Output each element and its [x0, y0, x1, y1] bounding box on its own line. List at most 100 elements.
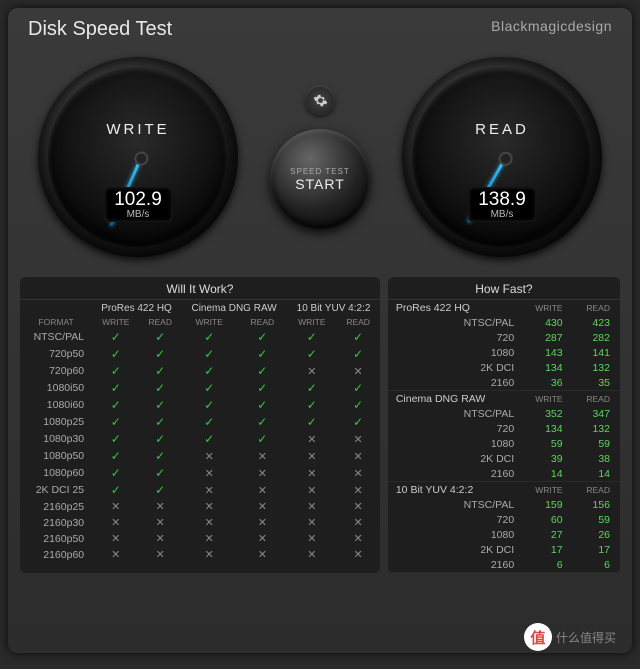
check-icon: ✓: [139, 414, 181, 431]
check-icon: ✓: [181, 414, 238, 431]
check-icon: ✓: [181, 363, 238, 380]
format-label: 2K DCI: [388, 451, 520, 466]
sub-header: WRITE: [520, 300, 572, 315]
write-fps: 430: [520, 315, 572, 330]
cross-icon: ✕: [336, 431, 379, 448]
write-fps: 159: [520, 497, 572, 512]
check-icon: ✓: [181, 329, 238, 346]
table-row: 216066: [388, 557, 620, 573]
table-row: NTSC/PAL352347: [388, 406, 620, 421]
codec-header: ProRes 422 HQ: [92, 300, 181, 316]
check-icon: ✓: [92, 414, 139, 431]
app-window: Disk Speed Test Blackmagicdesign WRITE 1…: [8, 8, 632, 653]
how-fast-table: ProRes 422 HQWRITEREADNTSC/PAL4304237202…: [388, 300, 620, 573]
write-fps: 17: [520, 542, 572, 557]
read-fps: 132: [573, 421, 620, 436]
read-fps: 35: [573, 375, 620, 391]
cross-icon: ✕: [287, 547, 336, 563]
read-gauge-label: READ: [412, 121, 592, 138]
cross-icon: ✕: [181, 482, 238, 499]
format-label: 2160p25: [20, 499, 92, 515]
sub-header: WRITE: [520, 482, 572, 498]
check-icon: ✓: [237, 431, 287, 448]
cross-icon: ✕: [287, 431, 336, 448]
cross-icon: ✕: [287, 515, 336, 531]
cross-icon: ✕: [287, 499, 336, 515]
sub-header: READ: [573, 300, 620, 315]
table-row: 7206059: [388, 512, 620, 527]
check-icon: ✓: [287, 380, 336, 397]
format-label: 1080p25: [20, 414, 92, 431]
write-gauge-label: WRITE: [48, 121, 228, 138]
cross-icon: ✕: [181, 465, 238, 482]
check-icon: ✓: [92, 448, 139, 465]
check-icon: ✓: [139, 482, 181, 499]
format-label: 720: [388, 330, 520, 345]
sub-header: READ: [237, 316, 287, 329]
sub-header: WRITE: [181, 316, 238, 329]
cross-icon: ✕: [336, 363, 379, 380]
watermark-text: 什么值得买: [556, 629, 616, 646]
write-value-badge: 102.9 MB/s: [104, 187, 172, 222]
sub-header: WRITE: [287, 316, 336, 329]
format-label: NTSC/PAL: [388, 406, 520, 421]
format-label: 2160p50: [20, 531, 92, 547]
table-row: 2160p60✕✕✕✕✕✕: [20, 547, 380, 563]
write-fps: 60: [520, 512, 572, 527]
check-icon: ✓: [181, 380, 238, 397]
gauges-row: WRITE 102.9 MB/s SPEED TEST START READ: [8, 47, 632, 277]
check-icon: ✓: [181, 346, 238, 363]
section-header: ProRes 422 HQ: [388, 300, 520, 315]
write-fps: 39: [520, 451, 572, 466]
format-header: FORMAT: [20, 316, 92, 329]
table-row: 1080i60✓✓✓✓✓✓: [20, 397, 380, 414]
write-fps: 352: [520, 406, 572, 421]
cross-icon: ✕: [237, 482, 287, 499]
check-icon: ✓: [237, 397, 287, 414]
check-icon: ✓: [237, 346, 287, 363]
center-controls: SPEED TEST START: [270, 85, 370, 229]
write-fps: 134: [520, 421, 572, 436]
cross-icon: ✕: [92, 547, 139, 563]
format-label: NTSC/PAL: [388, 315, 520, 330]
format-label: 1080i50: [20, 380, 92, 397]
cross-icon: ✕: [237, 448, 287, 465]
gauge-face: READ 138.9 MB/s: [412, 67, 592, 247]
settings-button[interactable]: [305, 85, 335, 115]
read-gauge: READ 138.9 MB/s: [402, 57, 602, 257]
read-fps: 59: [573, 436, 620, 451]
read-value-badge: 138.9 MB/s: [468, 187, 536, 222]
table-row: 2K DCI3938: [388, 451, 620, 466]
read-fps: 423: [573, 315, 620, 330]
format-label: 2K DCI: [388, 542, 520, 557]
check-icon: ✓: [287, 346, 336, 363]
check-icon: ✓: [181, 397, 238, 414]
read-fps: 26: [573, 527, 620, 542]
table-row: 10805959: [388, 436, 620, 451]
format-label: 2K DCI: [388, 360, 520, 375]
format-label: 2K DCI 25: [20, 482, 92, 499]
table-row: 720p60✓✓✓✓✕✕: [20, 363, 380, 380]
format-label: 2160: [388, 466, 520, 482]
table-row: 2160p30✕✕✕✕✕✕: [20, 515, 380, 531]
read-value: 138.9: [478, 189, 526, 211]
format-label: 1080p60: [20, 465, 92, 482]
format-label: 720: [388, 512, 520, 527]
write-fps: 143: [520, 345, 572, 360]
write-fps: 287: [520, 330, 572, 345]
format-label: 2160p60: [20, 547, 92, 563]
section-header: 10 Bit YUV 4:2:2: [388, 482, 520, 498]
check-icon: ✓: [237, 329, 287, 346]
read-fps: 132: [573, 360, 620, 375]
cross-icon: ✕: [92, 499, 139, 515]
cross-icon: ✕: [336, 465, 379, 482]
read-fps: 141: [573, 345, 620, 360]
cross-icon: ✕: [287, 448, 336, 465]
start-button[interactable]: SPEED TEST START: [270, 129, 370, 229]
write-gauge: WRITE 102.9 MB/s: [38, 57, 238, 257]
format-label: 2160: [388, 375, 520, 391]
cross-icon: ✕: [139, 531, 181, 547]
cross-icon: ✕: [336, 482, 379, 499]
table-row: 2160p25✕✕✕✕✕✕: [20, 499, 380, 515]
format-label: NTSC/PAL: [388, 497, 520, 512]
